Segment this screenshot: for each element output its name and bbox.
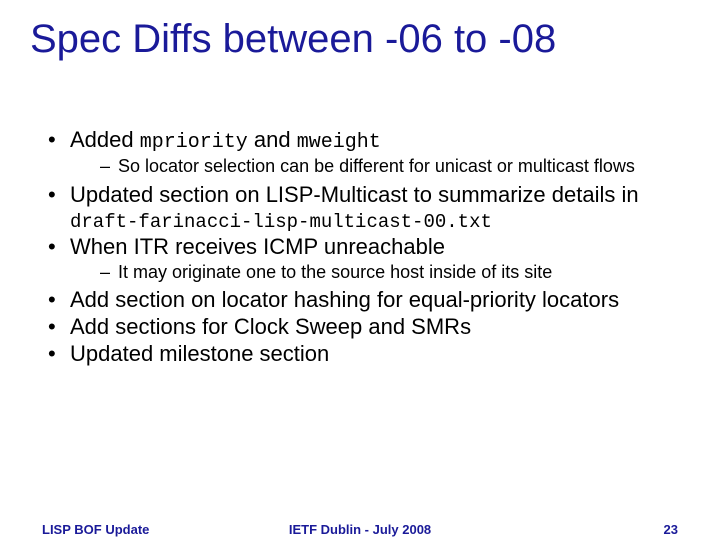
text: So locator selection can be different fo… (118, 156, 635, 176)
bullet-item: When ITR receives ICMP unreachable It ma… (42, 235, 692, 282)
bullet-list: Added mpriority and mweight So locator s… (42, 128, 692, 366)
code-text: draft-farinacci-lisp-multicast-00.txt (70, 211, 492, 233)
footer-center: IETF Dublin - July 2008 (42, 522, 678, 537)
text: Added (70, 127, 140, 152)
slide: Spec Diffs between -06 to -08 Added mpri… (0, 0, 720, 540)
sub-bullet-list: So locator selection can be different fo… (70, 156, 692, 177)
sub-bullet-item: It may originate one to the source host … (100, 262, 692, 283)
code-text: mweight (297, 131, 381, 154)
text: Updated section on LISP-Multicast to sum… (70, 182, 639, 207)
slide-body: Added mpriority and mweight So locator s… (42, 128, 692, 368)
code-text: mpriority (140, 131, 248, 154)
text: It may originate one to the source host … (118, 262, 552, 282)
text: Add sections for Clock Sweep and SMRs (70, 314, 471, 339)
bullet-item: Added mpriority and mweight So locator s… (42, 128, 692, 177)
text: When ITR receives ICMP unreachable (70, 234, 445, 259)
bullet-item: Updated milestone section (42, 342, 692, 367)
bullet-item: Add section on locator hashing for equal… (42, 288, 692, 313)
bullet-item: Add sections for Clock Sweep and SMRs (42, 315, 692, 340)
slide-title: Spec Diffs between -06 to -08 (30, 18, 700, 60)
bullet-item: Updated section on LISP-Multicast to sum… (42, 183, 692, 233)
sub-bullet-item: So locator selection can be different fo… (100, 156, 692, 177)
footer-page-number: 23 (664, 522, 678, 537)
text: and (248, 127, 297, 152)
text: Updated milestone section (70, 341, 329, 366)
sub-bullet-list: It may originate one to the source host … (70, 262, 692, 283)
text: Add section on locator hashing for equal… (70, 287, 619, 312)
